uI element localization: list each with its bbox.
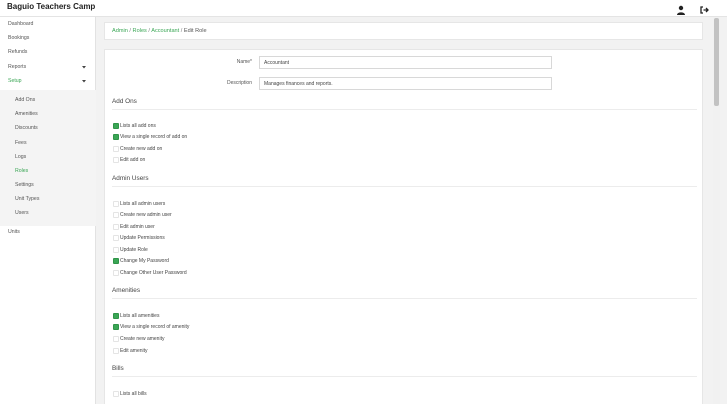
section-title-add-ons: Add Ons — [112, 98, 137, 105]
sidebar-item-discounts[interactable]: Discounts — [0, 121, 96, 135]
top-bar: Baguio Teachers Camp — [0, 0, 727, 17]
sidebar-item-label: Discounts — [15, 125, 38, 131]
scrollbar-thumb[interactable] — [714, 18, 719, 106]
page-scrollbar[interactable] — [713, 17, 720, 404]
sidebar-item-dashboard[interactable]: Dashboard — [0, 17, 96, 31]
sidebar-item-bookings[interactable]: Bookings — [0, 31, 96, 45]
sidebar-item-reports[interactable]: Reports — [0, 60, 96, 74]
checkbox-icon[interactable] — [113, 348, 119, 354]
checkbox-icon[interactable] — [113, 146, 119, 152]
sidebar-item-users[interactable]: Users — [0, 206, 96, 220]
sidebar-item-unit-types[interactable]: Unit Types — [0, 192, 96, 206]
checkbox-icon[interactable] — [113, 391, 119, 397]
sidebar-item-label: Logs — [15, 154, 27, 160]
checkbox-icon[interactable] — [113, 258, 119, 264]
checkbox-icon[interactable] — [113, 235, 119, 241]
checkbox-icon[interactable] — [113, 123, 119, 129]
breadcrumb-link-admin[interactable]: Admin — [112, 28, 128, 34]
checkbox-icon[interactable] — [113, 212, 119, 218]
chevron-down-icon — [81, 78, 87, 84]
checkbox-icon[interactable] — [113, 313, 119, 319]
section-divider — [112, 298, 697, 299]
sidebar-item-label: Setup — [8, 78, 22, 84]
sidebar-item-label: Dashboard — [8, 21, 34, 27]
sidebar-item-label: Unit Types — [15, 196, 40, 202]
sidebar-item-label: Fees — [15, 140, 27, 146]
user-icon[interactable] — [676, 2, 686, 15]
breadcrumb-link-accountant[interactable]: Accountant — [151, 28, 179, 34]
section-divider — [112, 376, 697, 377]
sidebar: Dashboard Bookings Refunds Reports Setup… — [0, 17, 96, 404]
section-title-admin-users: Admin Users — [112, 175, 149, 182]
checkbox-icon[interactable] — [113, 134, 119, 140]
logout-icon[interactable] — [699, 2, 709, 14]
section-divider — [112, 186, 697, 187]
sidebar-item-roles[interactable]: Roles — [0, 164, 96, 178]
breadcrumb-link-roles[interactable]: Roles — [133, 28, 147, 34]
breadcrumb-current: Edit Role — [183, 28, 207, 34]
sidebar-item-label: Amenities — [15, 111, 38, 117]
sidebar-item-label: Add Ons — [15, 97, 36, 103]
checkbox-icon[interactable] — [113, 201, 119, 207]
edit-role-form: Name* Description Add Ons Lists all add … — [104, 49, 703, 404]
chevron-down-icon — [81, 64, 87, 70]
app-title: Baguio Teachers Camp — [7, 2, 96, 11]
sidebar-item-logs[interactable]: Logs — [0, 150, 96, 164]
name-input[interactable] — [259, 56, 552, 69]
sidebar-item-setup[interactable]: Setup — [0, 74, 96, 88]
name-label: Name* — [236, 59, 252, 65]
sidebar-item-fees[interactable]: Fees — [0, 136, 96, 150]
checkbox-icon[interactable] — [113, 247, 119, 253]
section-divider — [112, 109, 697, 110]
sidebar-item-settings[interactable]: Settings — [0, 178, 96, 192]
description-label: Description — [226, 80, 252, 86]
sidebar-item-label: Units — [8, 229, 20, 235]
sidebar-item-label: Roles — [15, 168, 29, 174]
description-input[interactable] — [259, 77, 552, 90]
sidebar-item-add-ons[interactable]: Add Ons — [0, 93, 96, 107]
section-title-amenities: Amenities — [112, 287, 141, 294]
checkbox-icon[interactable] — [113, 324, 119, 330]
sidebar-item-label: Bookings — [8, 35, 30, 41]
sidebar-item-label: Settings — [15, 182, 34, 188]
checkbox-icon[interactable] — [113, 157, 119, 163]
sidebar-item-label: Refunds — [8, 49, 28, 55]
sidebar-item-refunds[interactable]: Refunds — [0, 45, 96, 59]
sidebar-item-label: Reports — [8, 64, 27, 70]
sidebar-item-label: Users — [15, 210, 29, 216]
section-title-bills: Bills — [112, 365, 124, 372]
breadcrumb: Admin / Roles / Accountant / Edit Role — [104, 22, 703, 40]
checkbox-icon[interactable] — [113, 224, 119, 230]
checkbox-icon[interactable] — [113, 270, 119, 276]
sidebar-item-amenities[interactable]: Amenities — [0, 107, 96, 121]
sidebar-item-units[interactable]: Units — [0, 225, 96, 239]
checkbox-icon[interactable] — [113, 336, 119, 342]
